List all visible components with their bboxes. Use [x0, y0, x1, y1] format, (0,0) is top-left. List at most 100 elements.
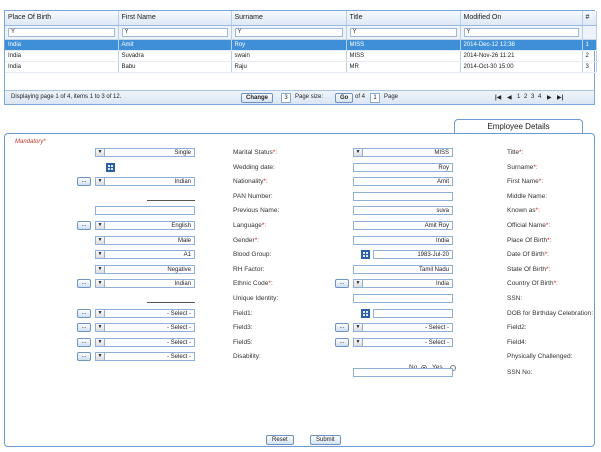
surname-input[interactable]: Roy	[353, 162, 453, 172]
table-row[interactable]: India Suvadra swain MISS 2014-Nov-26 11:…	[5, 50, 597, 62]
blood-group-select[interactable]: ▼ A1	[95, 250, 195, 260]
field4-select[interactable]: ▼ - Select -	[353, 337, 453, 347]
first-page-icon[interactable]: |◀	[495, 94, 501, 101]
change-page-size-button[interactable]: Change	[241, 93, 274, 103]
page-link[interactable]: 4	[538, 94, 541, 100]
pan-number-input[interactable]	[147, 191, 195, 201]
calendar-icon[interactable]	[361, 250, 370, 260]
page-number-input[interactable]: 1	[370, 93, 380, 103]
field3-lookup-button[interactable]: ...	[77, 323, 91, 333]
field1-lookup-button[interactable]: ...	[77, 308, 91, 318]
chevron-down-icon[interactable]: ▼	[96, 236, 105, 244]
dob-for-birthday-celebration-label-text: DOB for Birthday Celebration	[507, 309, 592, 317]
first-name-input[interactable]: Amit	[353, 177, 453, 187]
nationality-lookup-button[interactable]: ...	[77, 177, 91, 187]
filter-icon[interactable]: Y	[467, 29, 471, 35]
col-header[interactable]: #	[582, 11, 597, 26]
official-name-input[interactable]: Amit Roy	[353, 221, 453, 230]
language-lookup-button[interactable]: ...	[77, 221, 91, 230]
table-row[interactable]: India Amit Roy MISS 2014-Dec-12 12:38 1	[5, 39, 597, 51]
language-select[interactable]: ▼ English	[95, 221, 195, 230]
grid-pager: Displaying page 1 of 4, items 1 to 3 of …	[5, 90, 594, 104]
calendar-icon[interactable]	[361, 308, 370, 318]
filter-icon[interactable]: Y	[353, 29, 357, 35]
chevron-down-icon[interactable]: ▼	[96, 324, 105, 332]
go-button[interactable]: Go	[335, 93, 354, 103]
page-link[interactable]: 1	[517, 94, 520, 100]
filter-input[interactable]: Y	[463, 27, 579, 37]
filter-icon[interactable]: Y	[11, 29, 15, 35]
chevron-down-icon[interactable]: ▼	[96, 178, 105, 186]
last-page-icon[interactable]: ▶|	[557, 94, 563, 101]
chevron-down-icon[interactable]: ▼	[96, 309, 105, 317]
col-header[interactable]: Title	[346, 11, 461, 26]
submit-button[interactable]: Submit	[310, 435, 341, 445]
col-header[interactable]: First Name	[118, 11, 232, 26]
ethnic-code-label: Ethnic Code*:	[233, 280, 273, 287]
middle-name-input[interactable]	[353, 191, 453, 201]
field5-lookup-button[interactable]: ...	[77, 337, 91, 347]
country-of-birth-lookup-button[interactable]: ...	[335, 279, 349, 289]
language-label: Language*:	[233, 222, 266, 229]
col-header[interactable]: Place Of Birth	[5, 11, 119, 26]
field2-select[interactable]: ▼ - Select -	[353, 323, 453, 333]
page-size-input[interactable]: 3	[281, 93, 291, 103]
col-header[interactable]: Modified On	[460, 11, 583, 26]
ssn-no-label-text: SSN No	[507, 368, 531, 376]
next-page-icon[interactable]: ▶	[547, 94, 552, 101]
previous-name-input[interactable]	[95, 206, 195, 216]
country-of-birth-select[interactable]: ▼ India	[353, 279, 453, 289]
date-of-birth-input[interactable]: 1983-Jul-20	[373, 250, 453, 260]
title-select[interactable]: ▼ MISS	[353, 148, 453, 157]
gender-select[interactable]: ▼ Male	[95, 235, 195, 245]
chevron-down-icon[interactable]: ▼	[354, 149, 363, 156]
col-header[interactable]: Surname	[231, 11, 347, 26]
chevron-down-icon[interactable]: ▼	[96, 353, 105, 361]
marital-status-select[interactable]: ▼ Single	[95, 148, 195, 157]
wedding-date-calendar-icon[interactable]	[106, 162, 115, 172]
unique-identity-input[interactable]	[147, 294, 195, 303]
chevron-down-icon[interactable]: ▼	[96, 280, 105, 288]
dob-for-birthday-celebration-input[interactable]	[373, 308, 453, 318]
cell: 3	[582, 61, 597, 73]
ssn-input[interactable]	[353, 294, 453, 303]
place-of-birth-input[interactable]: India	[353, 235, 453, 245]
field1-select[interactable]: ▼ - Select -	[95, 308, 195, 318]
chevron-down-icon[interactable]: ▼	[96, 338, 105, 346]
ethnic-code-select[interactable]: ▼ Indian	[95, 279, 195, 289]
field5-label-text: Field5	[233, 338, 251, 346]
field3-select[interactable]: ▼ - Select -	[95, 323, 195, 333]
state-of-birth-input[interactable]: Tamil Nadu	[353, 264, 453, 274]
ssn-no-input[interactable]	[353, 367, 453, 377]
prev-page-icon[interactable]: ◀	[507, 94, 512, 101]
chevron-down-icon[interactable]: ▼	[354, 324, 363, 332]
filter-icon[interactable]: Y	[125, 29, 129, 35]
disability-select[interactable]: ▼ - Select -	[95, 352, 195, 362]
filter-input[interactable]: Y	[8, 27, 115, 37]
filter-input[interactable]: Y	[121, 27, 228, 37]
chevron-down-icon[interactable]: ▼	[96, 251, 105, 259]
page-link[interactable]: 2	[524, 94, 527, 100]
disability-lookup-button[interactable]: ...	[77, 352, 91, 362]
ethnic-code-lookup-button[interactable]: ...	[77, 279, 91, 289]
field2-lookup-button[interactable]: ...	[335, 323, 349, 333]
nationality-select[interactable]: ▼ Indian	[95, 177, 195, 187]
chevron-down-icon[interactable]: ▼	[354, 280, 363, 288]
filter-icon[interactable]: Y	[238, 29, 242, 35]
label-suffix: :	[259, 353, 261, 361]
chevron-down-icon[interactable]: ▼	[96, 265, 105, 273]
field4-lookup-button[interactable]: ...	[335, 337, 349, 347]
page-link[interactable]: 3	[531, 94, 534, 100]
reset-button[interactable]: Reset	[266, 435, 294, 445]
table-row[interactable]: India Babu Raju MR 2014-Oct-30 15:00 3	[5, 61, 597, 73]
filter-input[interactable]: Y	[234, 27, 343, 37]
known-as-input[interactable]: suva	[353, 206, 453, 216]
filter-input[interactable]: Y	[349, 27, 457, 37]
rh-factor-select[interactable]: ▼ Negative	[95, 264, 195, 274]
nationality-value: Indian	[174, 179, 191, 186]
chevron-down-icon[interactable]: ▼	[354, 338, 363, 346]
chevron-down-icon[interactable]: ▼	[96, 149, 105, 156]
employee-details-tab[interactable]: Employee Details	[454, 119, 583, 134]
chevron-down-icon[interactable]: ▼	[96, 222, 105, 229]
field5-select[interactable]: ▼ - Select -	[95, 337, 195, 347]
